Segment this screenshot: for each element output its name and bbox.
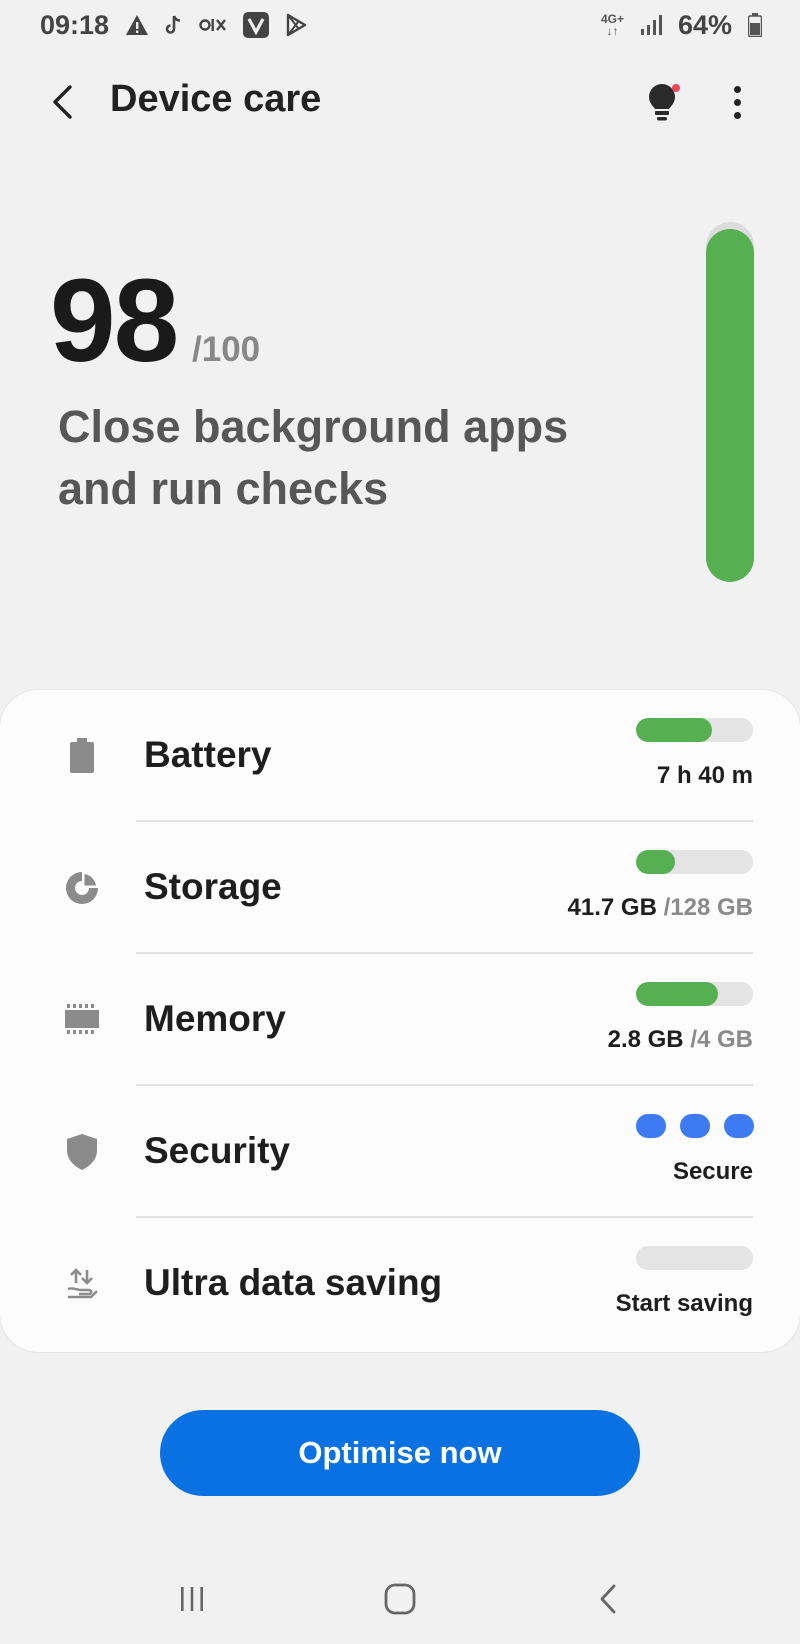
nav-back-button[interactable] (578, 1574, 638, 1624)
status-bar-right: 4G+ ↓↑ 64% (601, 10, 762, 41)
security-level-indicator (636, 1114, 756, 1138)
device-care-screen: 09:18 4G+ ↓↑ 64% Device care 98 /100 Clo… (0, 0, 800, 1644)
score-gauge-fill (706, 229, 754, 582)
battery-percent: 64% (677, 9, 732, 40)
storage-label: Storage (144, 866, 282, 907)
memory-used: 2.8 GB (607, 1026, 684, 1053)
security-row[interactable]: Security Secure (0, 1086, 800, 1218)
storage-icon (60, 866, 104, 910)
storage-value: 41.7 GB /128 GB (568, 894, 753, 922)
data-saving-value: Start saving (615, 1290, 753, 1317)
v-app-icon (243, 12, 270, 38)
storage-row[interactable]: Storage 41.7 GB /128 GB (0, 822, 800, 954)
home-button[interactable] (370, 1574, 430, 1624)
device-score-max: /100 (192, 330, 261, 369)
warning-icon (125, 14, 149, 36)
status-card: Battery 7 h 40 m Storage 41.7 GB /128 GB… (0, 690, 800, 1352)
more-options-button[interactable] (722, 80, 752, 124)
tips-button[interactable] (640, 76, 684, 128)
memory-icon (60, 998, 104, 1042)
memory-row[interactable]: Memory 2.8 GB /4 GB (0, 954, 800, 1086)
data-saving-bar (636, 1246, 753, 1270)
chevron-left-icon (53, 85, 72, 119)
ultra-data-saving-label: Ultra data saving (144, 1262, 443, 1303)
status-bar: 09:18 4G+ ↓↑ 64% (0, 0, 800, 50)
play-store-icon (285, 13, 307, 37)
shield-icon (60, 1130, 104, 1174)
recent-apps-button[interactable] (162, 1574, 222, 1624)
battery-label: Battery (144, 734, 272, 775)
memory-usage-bar-fill (636, 982, 718, 1006)
battery-icon (60, 734, 104, 778)
signal-icon (640, 14, 662, 36)
home-icon (384, 1583, 416, 1615)
security-level-dot (636, 1114, 666, 1138)
memory-usage-bar (636, 982, 753, 1006)
app-bar: Device care (0, 62, 800, 142)
navigation-bar (0, 1560, 800, 1644)
storage-usage-bar-fill (636, 850, 675, 874)
status-time: 09:18 (40, 9, 110, 40)
memory-total: /4 GB (690, 1026, 753, 1053)
storage-used: 41.7 GB (567, 894, 657, 921)
score-gauge (706, 222, 754, 582)
device-score: 98 (50, 255, 179, 387)
recent-apps-icon (181, 1587, 203, 1611)
security-label: Security (144, 1130, 291, 1171)
more-dot-icon (733, 98, 741, 106)
tiktok-icon (165, 14, 183, 36)
battery-level-bar (636, 718, 753, 742)
battery-value: 7 h 40 m (656, 762, 753, 789)
olx-icon (199, 17, 227, 33)
network-type: 4G+ (600, 12, 624, 26)
status-battery-icon (748, 13, 762, 37)
more-dot-icon (733, 111, 741, 119)
memory-value: 2.8 GB /4 GB (608, 1026, 753, 1054)
more-dot-icon (733, 85, 741, 93)
page-title: Device care (110, 78, 322, 120)
ultra-data-saving-row[interactable]: Ultra data saving Start saving (0, 1218, 800, 1350)
notification-dot (672, 84, 680, 92)
status-bar-left: 09:18 (40, 10, 307, 41)
battery-row[interactable]: Battery 7 h 40 m (0, 690, 800, 822)
memory-label: Memory (144, 998, 286, 1039)
data-saving-icon (60, 1262, 104, 1306)
back-icon (600, 1584, 616, 1614)
security-level-dot (680, 1114, 710, 1138)
score-description: Close background apps and run checks (58, 401, 569, 514)
security-level-dot (724, 1114, 754, 1138)
storage-total: /128 GB (663, 894, 753, 921)
security-value: Secure (672, 1158, 753, 1185)
network-type-icon: 4G+ ↓↑ (600, 12, 624, 38)
back-button[interactable] (44, 82, 80, 122)
optimise-now-button[interactable]: Optimise now (160, 1410, 640, 1496)
battery-level-bar-fill (636, 718, 713, 742)
storage-usage-bar (636, 850, 753, 874)
